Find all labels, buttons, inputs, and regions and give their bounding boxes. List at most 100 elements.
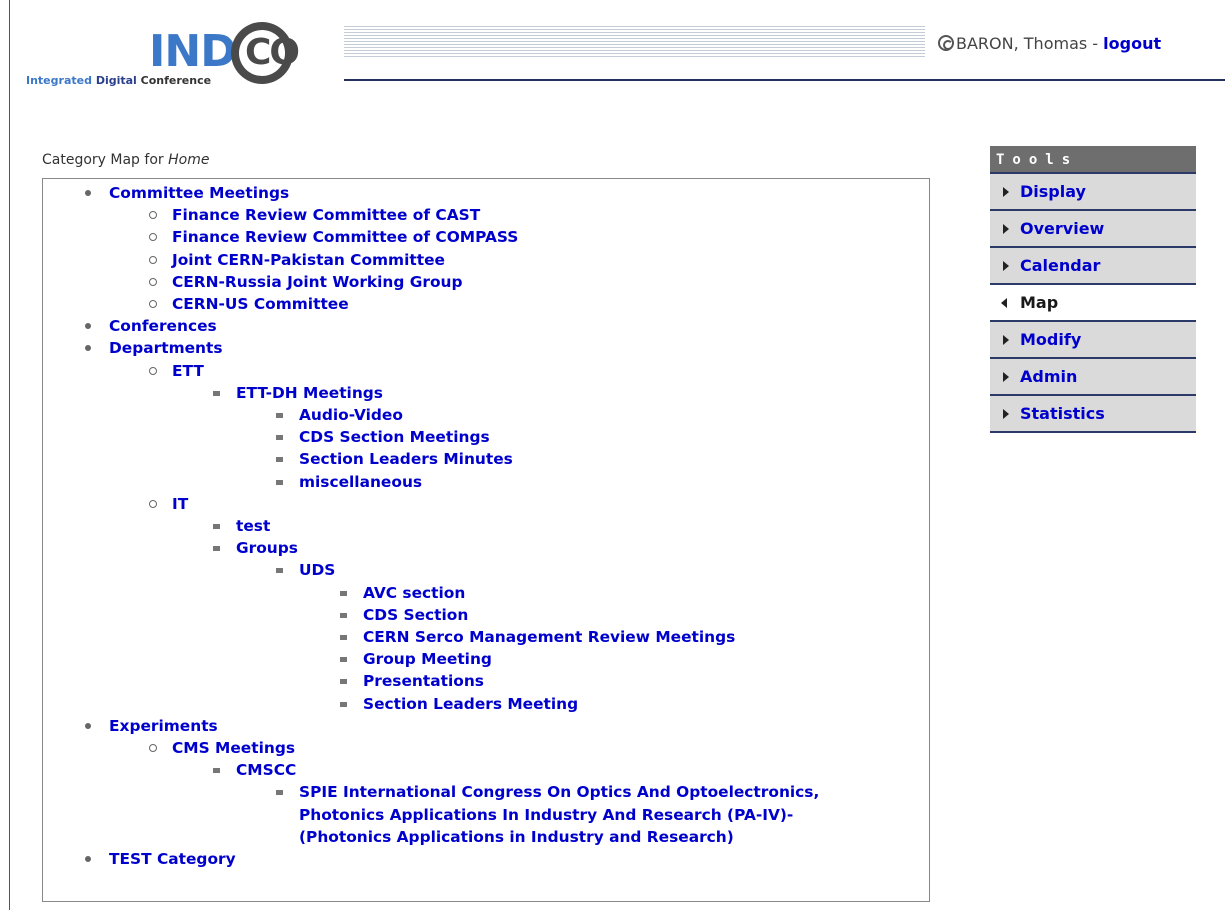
category-map-home: Home (168, 152, 210, 168)
category-link[interactable]: Experiments (109, 717, 218, 735)
category-link[interactable]: IT (172, 495, 188, 513)
category-link[interactable]: Section Leaders Minutes (299, 450, 513, 468)
category-item[interactable]: UDS (276, 559, 335, 581)
category-link[interactable]: ETT-DH Meetings (236, 384, 383, 402)
category-item[interactable]: Group Meeting (340, 648, 492, 670)
category-item[interactable]: (Photonics Applications in Industry and … (299, 826, 734, 848)
category-item[interactable]: Finance Review Committee of CAST (149, 204, 480, 226)
category-link[interactable]: Committee Meetings (109, 184, 289, 202)
category-item[interactable]: ETT-DH Meetings (213, 382, 383, 404)
category-link[interactable]: Finance Review Committee of COMPASS (172, 228, 518, 246)
category-link[interactable]: Photonics Applications In Industry And R… (299, 806, 793, 824)
category-item[interactable]: Presentations (340, 670, 484, 692)
chevron-right-icon (1003, 409, 1009, 419)
category-item[interactable]: Departments (85, 337, 223, 359)
category-link[interactable]: Presentations (363, 672, 484, 690)
category-link[interactable]: SPIE International Congress On Optics An… (299, 783, 819, 801)
tool-item-label: Calendar (1020, 256, 1101, 275)
category-link[interactable]: CERN-Russia Joint Working Group (172, 273, 463, 291)
tool-item-label: Display (1020, 182, 1086, 201)
bullet-icon (149, 233, 157, 242)
category-link[interactable]: test (236, 517, 270, 535)
chevron-right-icon (1003, 187, 1009, 197)
tool-item-label: Admin (1020, 367, 1078, 386)
category-item[interactable]: CMS Meetings (149, 737, 295, 759)
category-item[interactable]: CERN Serco Management Review Meetings (340, 626, 735, 648)
category-item[interactable]: Conferences (85, 315, 217, 337)
category-item[interactable]: Section Leaders Meeting (340, 693, 578, 715)
bullet-icon (85, 190, 91, 196)
tool-item-label: Statistics (1020, 404, 1105, 423)
tool-item-overview[interactable]: Overview (990, 211, 1196, 248)
bullet-icon (276, 413, 283, 418)
category-item[interactable]: CMSCC (213, 759, 296, 781)
tool-item-admin[interactable]: Admin (990, 359, 1196, 396)
category-link[interactable]: CERN Serco Management Review Meetings (363, 628, 735, 646)
category-link[interactable]: TEST Category (109, 850, 236, 868)
category-link[interactable]: Finance Review Committee of CAST (172, 206, 480, 224)
bullet-icon (149, 300, 157, 308)
category-link[interactable]: AVC section (363, 584, 465, 602)
logo-co-text: CO (245, 32, 300, 73)
category-link[interactable]: ETT (172, 362, 204, 380)
tool-item-modify[interactable]: Modify (990, 322, 1196, 359)
category-item[interactable]: Committee Meetings (85, 182, 289, 204)
category-item[interactable]: CERN-US Committee (149, 293, 349, 315)
category-link[interactable]: Conferences (109, 317, 217, 335)
bullet-icon (340, 701, 347, 707)
category-item[interactable]: Experiments (85, 715, 218, 737)
tools-header: Tools (990, 146, 1196, 174)
bullet-icon (213, 546, 220, 552)
category-item[interactable]: CDS Section (340, 604, 468, 626)
category-item[interactable]: TEST Category (85, 848, 236, 870)
tool-item-label: Overview (1020, 219, 1105, 238)
category-link[interactable]: miscellaneous (299, 473, 422, 491)
category-link[interactable]: Section Leaders Meeting (363, 695, 578, 713)
bullet-icon (340, 590, 347, 596)
logout-link[interactable]: logout (1103, 34, 1161, 53)
user-area: BARON, Thomas - logout (938, 33, 1161, 53)
category-link[interactable]: CDS Section (363, 606, 468, 624)
category-link[interactable]: Groups (236, 539, 298, 557)
page-frame-border (9, 0, 10, 910)
indico-logo[interactable]: INDI CO Integrated Digital Conference (26, 22, 326, 92)
category-link[interactable]: CDS Section Meetings (299, 428, 490, 446)
bullet-icon (213, 524, 220, 529)
category-item[interactable]: ETT (149, 360, 204, 382)
category-item[interactable]: AVC section (340, 582, 465, 604)
bullet-icon (276, 457, 283, 463)
tool-item-display[interactable]: Display (990, 174, 1196, 211)
category-item[interactable]: Groups (213, 537, 298, 559)
header-rule (344, 79, 1225, 81)
category-map-box: Committee Meetings Finance Review Committ… (42, 178, 930, 902)
bullet-icon (276, 568, 283, 574)
category-item[interactable]: Joint CERN-Pakistan Committee (149, 249, 445, 271)
user-separator: - (1087, 34, 1104, 53)
category-link[interactable]: (Photonics Applications in Industry and … (299, 828, 734, 846)
tool-item-map[interactable]: Map (990, 285, 1196, 322)
tool-item-calendar[interactable]: Calendar (990, 248, 1196, 285)
category-link[interactable]: CMS Meetings (172, 739, 295, 757)
category-item[interactable]: Finance Review Committee of COMPASS (149, 226, 518, 248)
category-item[interactable]: test (213, 515, 270, 537)
category-link[interactable]: UDS (299, 561, 335, 579)
tool-item-statistics[interactable]: Statistics (990, 396, 1196, 433)
bullet-icon (213, 768, 220, 774)
category-item[interactable]: SPIE International Congress On Optics An… (276, 781, 819, 803)
category-item[interactable]: IT (149, 493, 188, 515)
bullet-icon (276, 479, 283, 485)
bullet-icon (85, 856, 91, 862)
category-link[interactable]: Joint CERN-Pakistan Committee (172, 251, 445, 269)
category-item[interactable]: CERN-Russia Joint Working Group (149, 271, 463, 293)
category-link[interactable]: Group Meeting (363, 650, 492, 668)
category-item[interactable]: miscellaneous (276, 471, 422, 493)
category-item[interactable]: Photonics Applications In Industry And R… (299, 804, 793, 826)
category-link[interactable]: Audio-Video (299, 406, 403, 424)
category-item[interactable]: CDS Section Meetings (276, 426, 490, 448)
category-link[interactable]: CERN-US Committee (172, 295, 349, 313)
category-item[interactable]: Audio-Video (276, 404, 403, 426)
chevron-left-icon (1001, 298, 1007, 308)
category-item[interactable]: Section Leaders Minutes (276, 448, 513, 470)
category-link[interactable]: CMSCC (236, 761, 296, 779)
category-link[interactable]: Departments (109, 339, 223, 357)
